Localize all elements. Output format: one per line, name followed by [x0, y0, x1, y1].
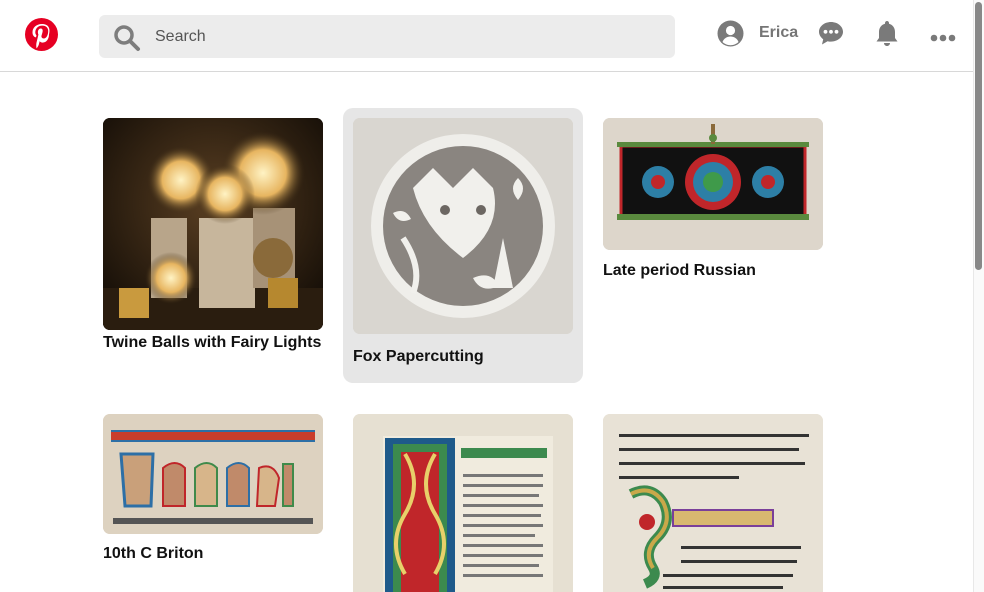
user-avatar-icon [717, 20, 744, 47]
top-navigation-bar: Erica [0, 0, 984, 72]
user-name: Erica [759, 24, 799, 41]
pinterest-logo-icon[interactable] [25, 18, 58, 51]
pin-card[interactable]: Twine Balls with Fairy Lights [93, 108, 333, 368]
pin-title[interactable]: Twine Balls with Fairy Lights [103, 334, 321, 352]
pin-image[interactable] [353, 118, 573, 334]
pin-card[interactable] [593, 404, 833, 592]
pin-card[interactable] [343, 404, 583, 592]
pin-image[interactable] [353, 414, 573, 592]
pin-card[interactable]: 10th C Briton [93, 404, 333, 564]
pin-grid: Twine Balls with Fairy Lights Fox Paperc… [0, 72, 972, 592]
pin-title[interactable]: Fox Papercutting [353, 348, 484, 366]
search-input[interactable] [155, 25, 655, 49]
search-icon [113, 24, 141, 57]
notifications-icon[interactable] [874, 19, 900, 52]
pin-title[interactable]: Late period Russian [603, 262, 756, 280]
pin-image[interactable] [603, 414, 823, 592]
pin-card[interactable]: Late period Russian [593, 108, 833, 288]
pin-card[interactable]: Fox Papercutting [343, 108, 583, 383]
pin-title[interactable]: 10th C Briton [103, 545, 203, 563]
search-bar[interactable] [99, 15, 675, 58]
user-profile-link[interactable]: Erica [717, 18, 798, 48]
scrollbar-track[interactable] [973, 0, 984, 592]
messages-icon[interactable] [817, 19, 845, 52]
pin-image[interactable] [103, 118, 323, 330]
more-icon[interactable] [930, 29, 956, 47]
scrollbar-thumb[interactable] [975, 2, 982, 270]
pin-image[interactable] [103, 414, 323, 534]
pin-image[interactable] [603, 118, 823, 250]
